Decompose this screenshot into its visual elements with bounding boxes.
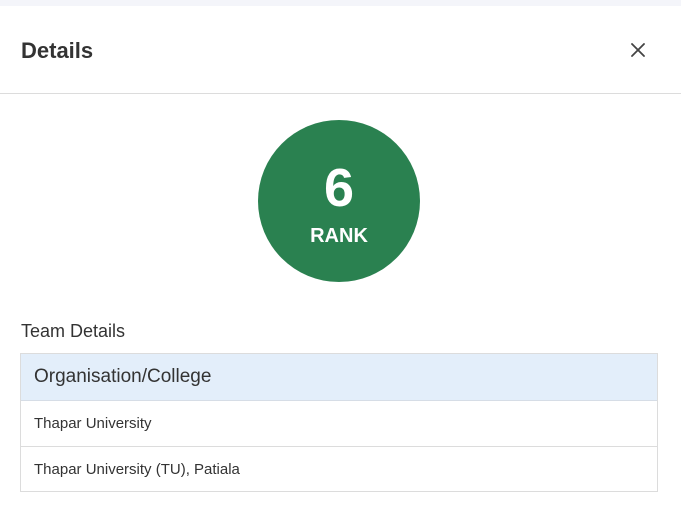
- modal-header: Details: [0, 6, 681, 94]
- close-button[interactable]: [624, 36, 652, 64]
- table-row: Thapar University (TU), Patiala: [21, 446, 657, 491]
- rank-value: 6: [323, 158, 355, 218]
- table-header: Organisation/College: [21, 354, 657, 401]
- close-icon: [631, 43, 645, 57]
- team-details-title: Team Details: [21, 321, 126, 341]
- team-details-table: Organisation/College Thapar University T…: [20, 353, 658, 492]
- rank-label: RANK: [310, 225, 368, 247]
- rank-badge: 6 RANK: [258, 120, 420, 282]
- modal-title: Details: [21, 38, 94, 63]
- table-row: Thapar University: [34, 415, 152, 432]
- details-modal: Details 6 RANK Team Details Organisation…: [0, 6, 681, 521]
